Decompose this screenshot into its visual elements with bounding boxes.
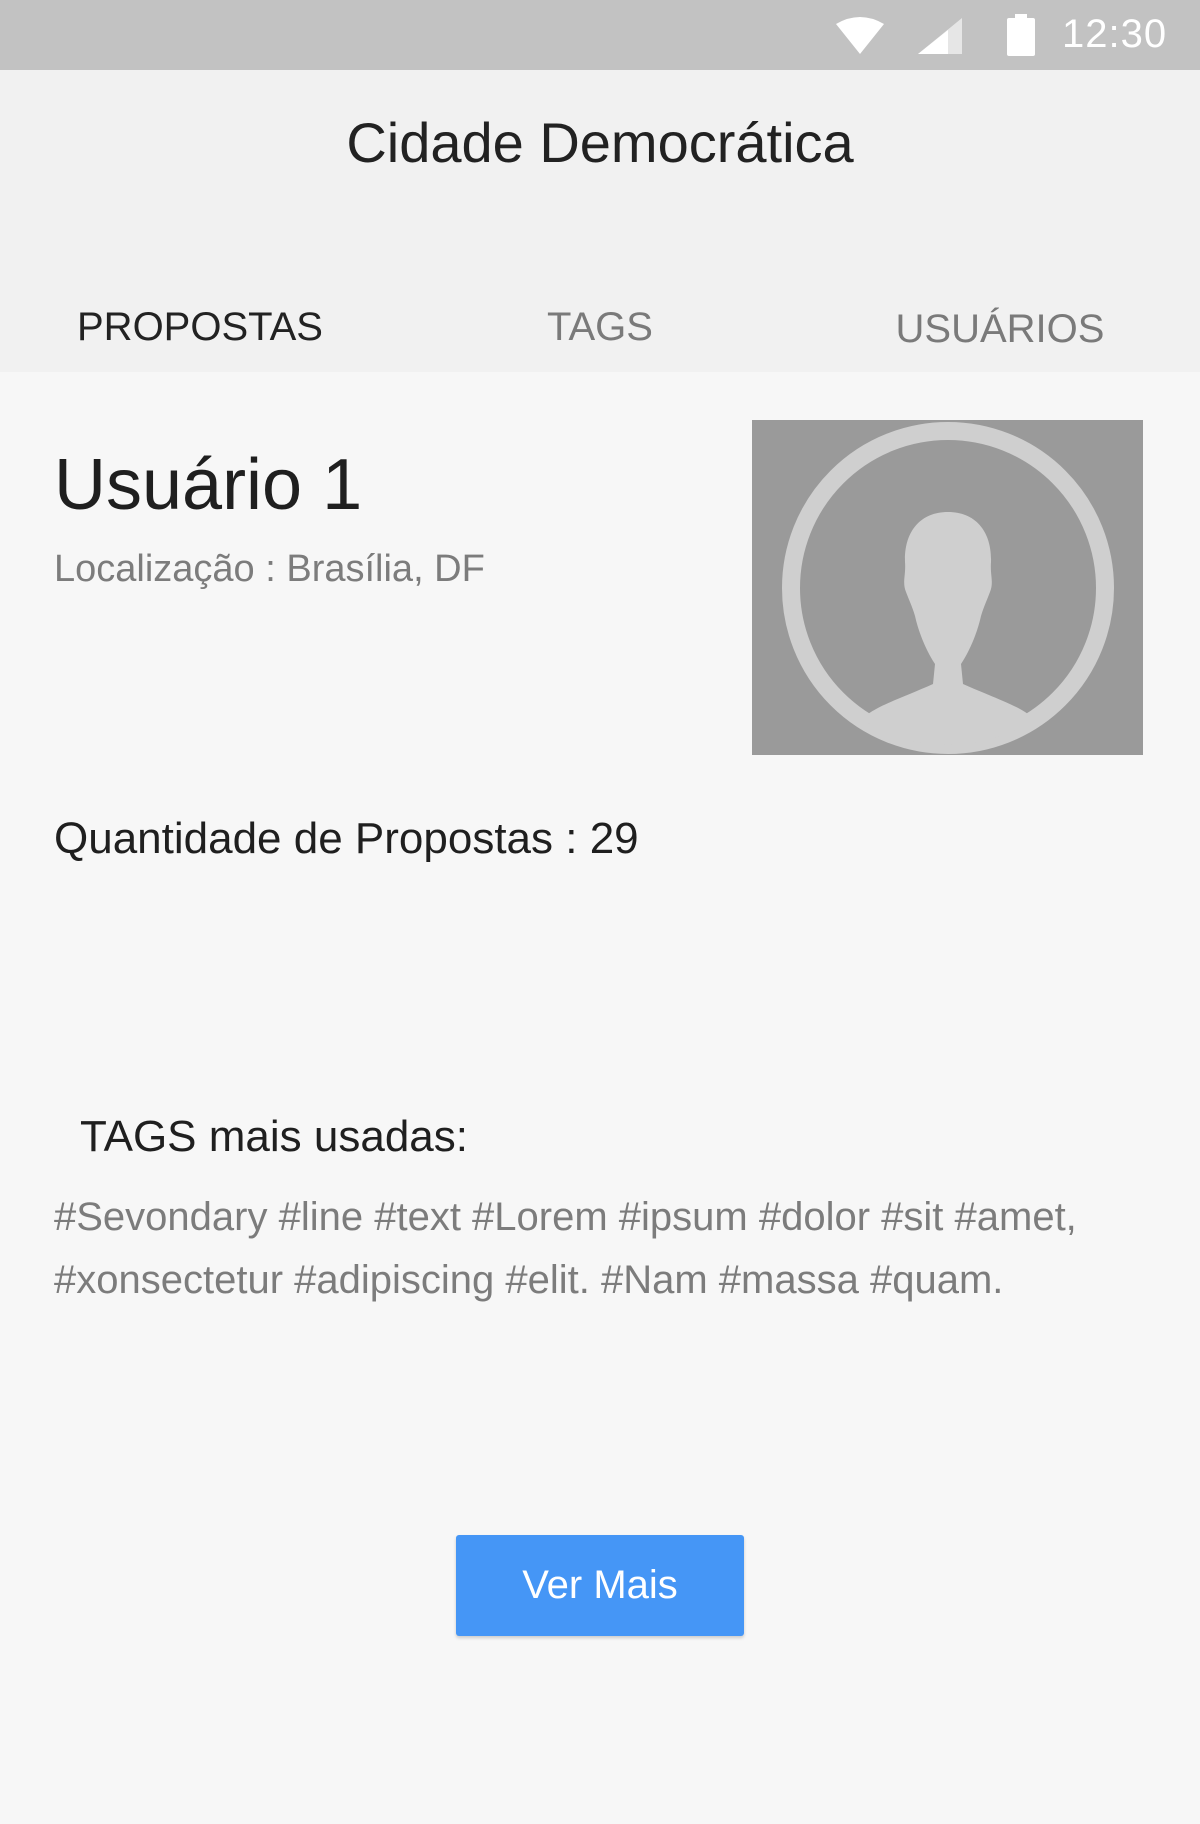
wifi-icon [836, 17, 884, 54]
user-name: Usuário 1 [54, 445, 363, 525]
see-more-button[interactable]: Ver Mais [456, 1535, 744, 1636]
battery-icon [1007, 14, 1035, 56]
status-bar: 12:30 [0, 0, 1200, 70]
user-profile-card: Usuário 1 Localização : Brasília, DF Qua… [0, 372, 1200, 1824]
user-location: Localização : Brasília, DF [54, 548, 485, 590]
tab-usuarios[interactable]: USUÁRIOS [800, 282, 1200, 372]
user-placeholder-icon [782, 422, 1114, 754]
proposals-count: Quantidade de Propostas : 29 [54, 814, 639, 863]
tags-heading: TAGS mais usadas: [80, 1112, 468, 1161]
avatar [752, 420, 1143, 755]
tab-bar: PROPOSTAS TAGS USUÁRIOS [0, 282, 1200, 372]
cell-signal-icon [918, 18, 962, 54]
tags-list: #Sevondary #line #text #Lorem #ipsum #do… [54, 1195, 1077, 1302]
app-bar: Cidade Democrática PROPOSTAS TAGS USUÁRI… [0, 70, 1200, 372]
tab-propostas[interactable]: PROPOSTAS [0, 282, 400, 372]
app-title: Cidade Democrática [346, 111, 854, 174]
tab-tags[interactable]: TAGS [400, 282, 800, 372]
status-time: 12:30 [1062, 12, 1168, 56]
